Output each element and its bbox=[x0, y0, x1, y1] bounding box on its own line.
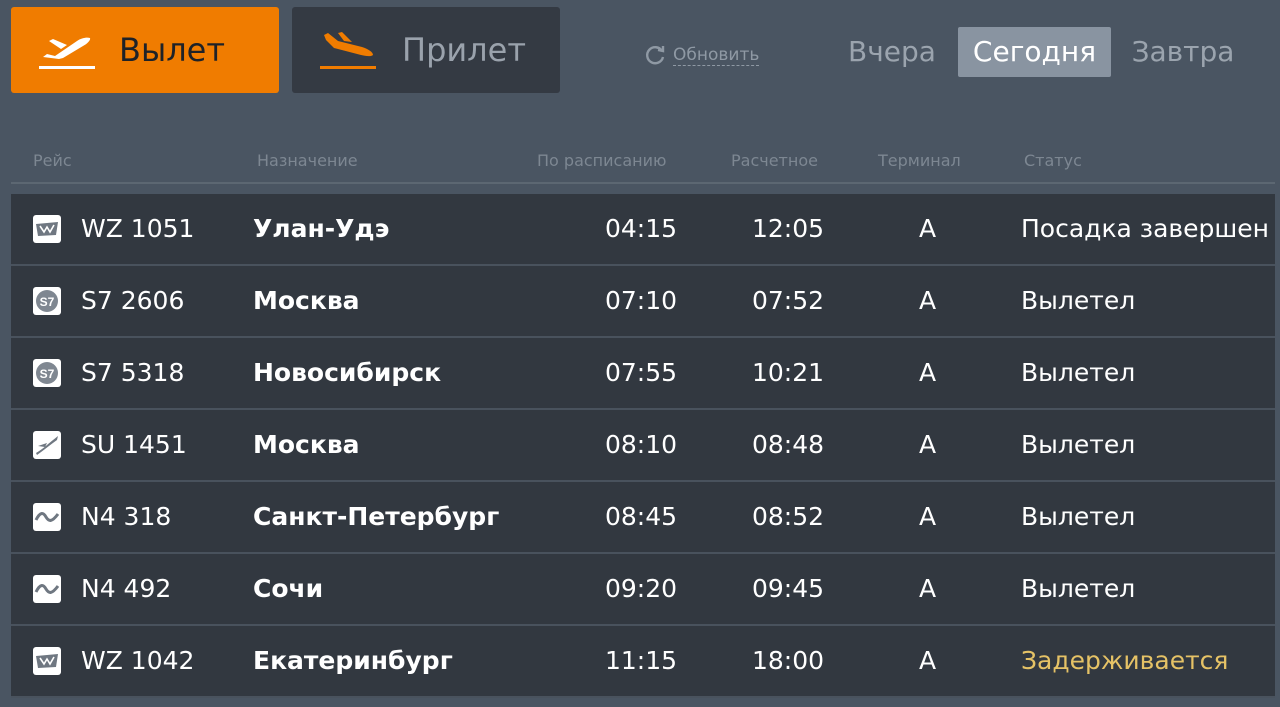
terminal: A bbox=[919, 358, 937, 387]
table-row[interactable]: S7 S7 2606 Москва 07:10 07:52 A Вылетел bbox=[11, 266, 1275, 338]
scheduled-time: 07:55 bbox=[605, 358, 678, 387]
estimated-time: 18:00 bbox=[752, 646, 825, 675]
flight-number: WZ 1042 bbox=[81, 646, 195, 675]
refresh-label: Обновить bbox=[673, 44, 760, 66]
estimated-time: 12:05 bbox=[752, 214, 825, 243]
column-scheduled: По расписанию bbox=[537, 151, 667, 170]
estimated-time: 08:48 bbox=[752, 430, 825, 459]
estimated-time: 10:21 bbox=[752, 358, 825, 387]
scheduled-time: 07:10 bbox=[605, 286, 678, 315]
wz-logo-icon bbox=[33, 647, 61, 675]
destination: Новосибирск bbox=[253, 358, 442, 387]
destination: Улан-Удэ bbox=[253, 214, 390, 243]
table-row[interactable]: WZ 1051 Улан-Удэ 04:15 12:05 A Посадка з… bbox=[11, 194, 1275, 266]
terminal: A bbox=[919, 502, 937, 531]
column-destination: Назначение bbox=[257, 151, 358, 170]
n4-logo-icon bbox=[33, 575, 61, 603]
scheduled-time: 04:15 bbox=[605, 214, 678, 243]
wz-logo-icon bbox=[33, 215, 61, 243]
flights-table: WZ 1051 Улан-Удэ 04:15 12:05 A Посадка з… bbox=[11, 194, 1275, 698]
flight-number: S7 2606 bbox=[81, 286, 185, 315]
scheduled-time: 08:10 bbox=[605, 430, 678, 459]
su-logo-icon bbox=[33, 431, 61, 459]
destination: Екатеринбург bbox=[253, 646, 453, 675]
plane-departure-icon bbox=[37, 27, 97, 73]
refresh-icon bbox=[643, 43, 667, 67]
flight-status: Вылетел bbox=[1021, 574, 1136, 603]
terminal: A bbox=[919, 286, 937, 315]
destination: Сочи bbox=[253, 574, 324, 603]
arrivals-tab[interactable]: Прилет bbox=[292, 7, 560, 93]
refresh-link[interactable]: Обновить bbox=[643, 40, 760, 70]
column-flight: Рейс bbox=[33, 151, 72, 170]
s7-logo-icon: S7 bbox=[33, 287, 61, 315]
table-row[interactable]: N4 492 Сочи 09:20 09:45 A Вылетел bbox=[11, 554, 1275, 626]
day-yesterday[interactable]: Вчера bbox=[846, 27, 938, 77]
terminal: A bbox=[919, 574, 937, 603]
n4-logo-icon bbox=[33, 503, 61, 531]
destination: Санкт-Петербург bbox=[253, 502, 500, 531]
destination: Москва bbox=[253, 286, 360, 315]
column-status: Статус bbox=[1024, 151, 1082, 170]
column-terminal: Терминал bbox=[878, 151, 961, 170]
flight-status: Вылетел bbox=[1021, 286, 1136, 315]
flight-status: Посадка завершен bbox=[1021, 214, 1270, 243]
flight-number: N4 318 bbox=[81, 502, 172, 531]
s7-logo-icon: S7 bbox=[33, 359, 61, 387]
flight-status: Вылетел bbox=[1021, 430, 1136, 459]
departures-tab[interactable]: Вылет bbox=[11, 7, 279, 93]
estimated-time: 08:52 bbox=[752, 502, 825, 531]
flight-number: S7 5318 bbox=[81, 358, 185, 387]
plane-arrival-icon bbox=[318, 27, 378, 73]
svg-text:S7: S7 bbox=[40, 367, 55, 381]
table-row[interactable]: SU 1451 Москва 08:10 08:48 A Вылетел bbox=[11, 410, 1275, 482]
estimated-time: 09:45 bbox=[752, 574, 825, 603]
table-row[interactable]: S7 S7 5318 Новосибирск 07:55 10:21 A Выл… bbox=[11, 338, 1275, 410]
svg-text:S7: S7 bbox=[40, 295, 55, 309]
scheduled-time: 11:15 bbox=[605, 646, 678, 675]
table-header: Рейс Назначение По расписанию Расчетное … bbox=[11, 140, 1275, 184]
flight-status: Вылетел bbox=[1021, 502, 1136, 531]
top-bar: Вылет Прилет Обновить Вчера Сегодня Завт… bbox=[0, 0, 1280, 100]
table-row[interactable]: WZ 1042 Екатеринбург 11:15 18:00 A Задер… bbox=[11, 626, 1275, 698]
day-tomorrow[interactable]: Завтра bbox=[1131, 27, 1235, 77]
table-row[interactable]: N4 318 Санкт-Петербург 08:45 08:52 A Выл… bbox=[11, 482, 1275, 554]
day-today[interactable]: Сегодня bbox=[958, 27, 1111, 77]
flight-status: Задерживается bbox=[1021, 646, 1229, 675]
terminal: A bbox=[919, 430, 937, 459]
arrivals-tab-label: Прилет bbox=[402, 31, 526, 69]
terminal: A bbox=[919, 214, 937, 243]
departures-tab-label: Вылет bbox=[119, 31, 225, 69]
terminal: A bbox=[919, 646, 937, 675]
flight-number: N4 492 bbox=[81, 574, 172, 603]
column-estimated: Расчетное bbox=[731, 151, 818, 170]
flight-status: Вылетел bbox=[1021, 358, 1136, 387]
destination: Москва bbox=[253, 430, 360, 459]
scheduled-time: 09:20 bbox=[605, 574, 678, 603]
flight-number: WZ 1051 bbox=[81, 214, 195, 243]
scheduled-time: 08:45 bbox=[605, 502, 678, 531]
flight-number: SU 1451 bbox=[81, 430, 187, 459]
estimated-time: 07:52 bbox=[752, 286, 825, 315]
